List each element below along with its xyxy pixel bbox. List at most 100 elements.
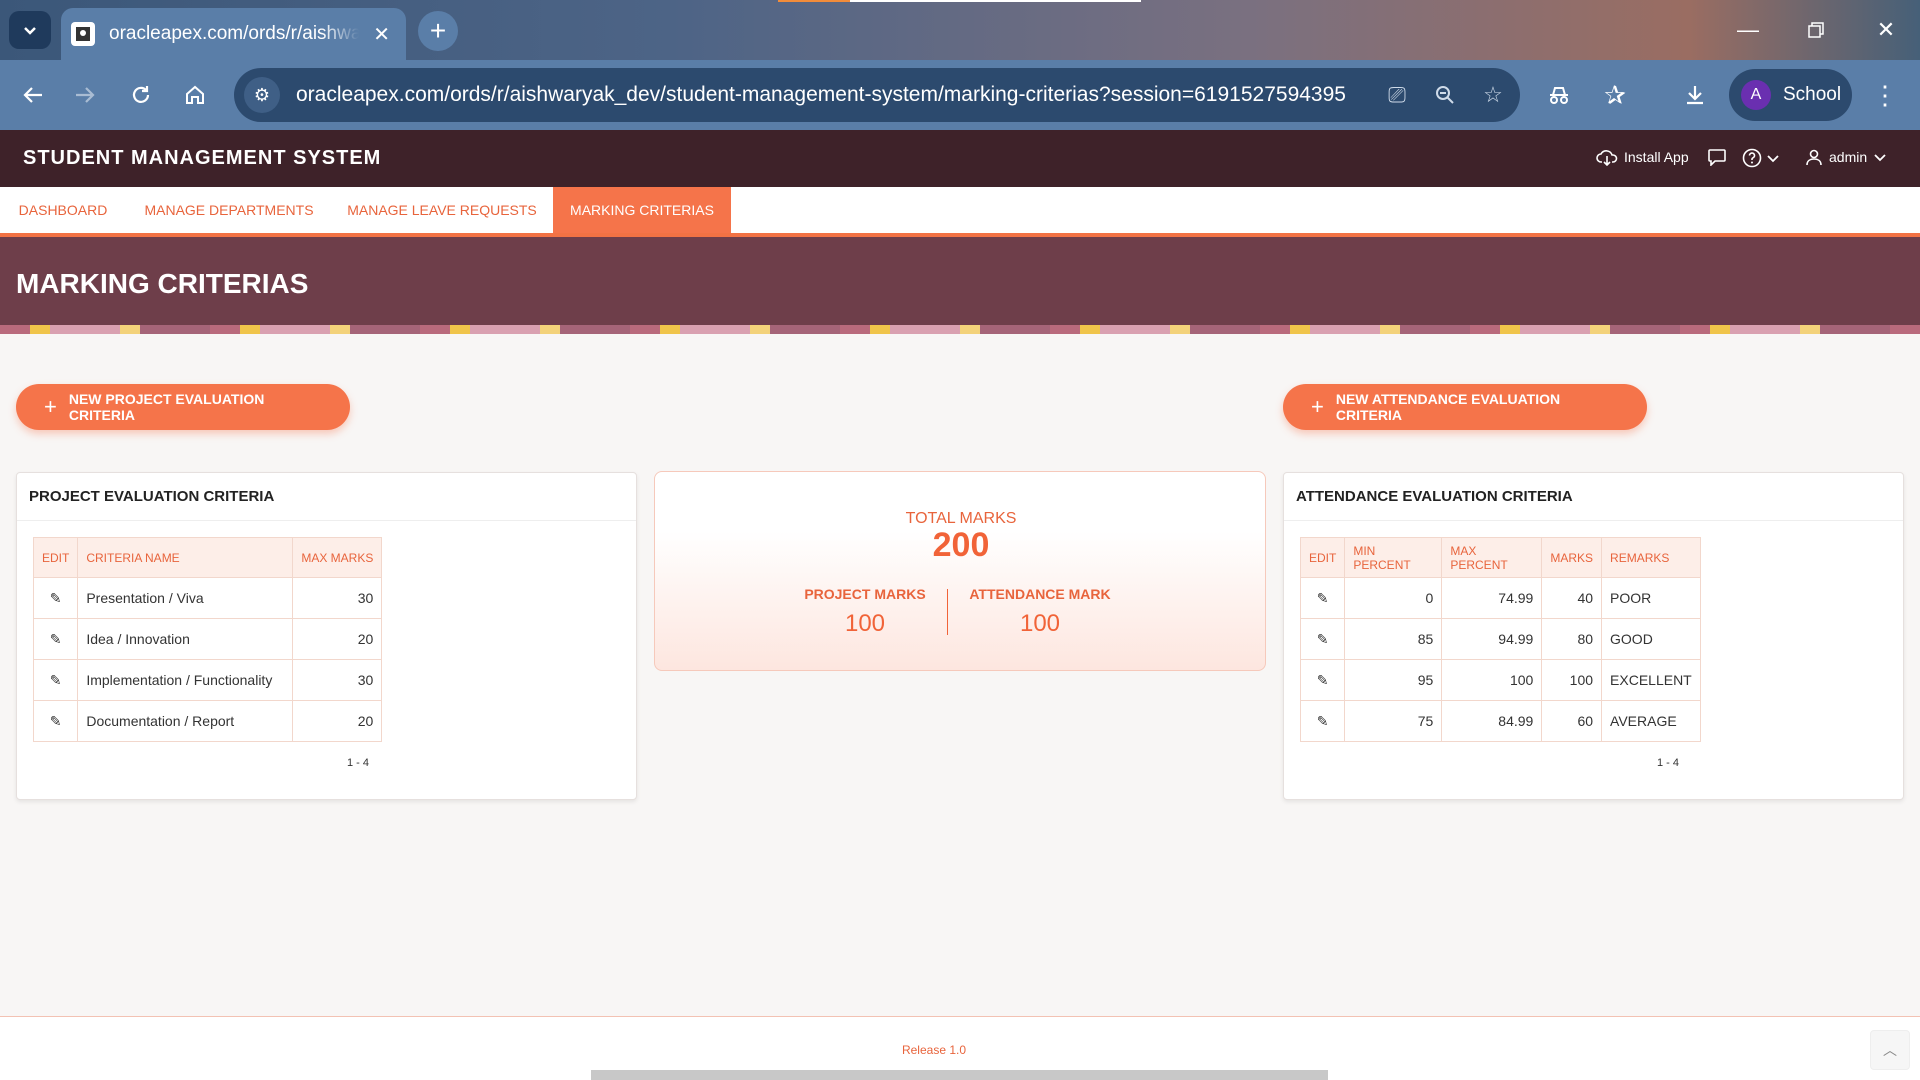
min-percent-cell: 85 (1344, 618, 1443, 660)
min-percent-cell: 0 (1344, 577, 1443, 619)
nav-item-dashboard[interactable]: DASHBOARD (0, 187, 126, 233)
table-row: ✎ 95 100 100 EXCELLENT (1299, 659, 1701, 701)
edit-row-button[interactable]: ✎ (1299, 577, 1346, 619)
address-url[interactable]: oracleapex.com/ords/r/aishwaryak_dev/stu… (296, 83, 1346, 107)
edit-row-button[interactable]: ✎ (32, 700, 79, 742)
app-header: STUDENT MANAGEMENT SYSTEM Install App ad… (0, 130, 1920, 187)
downloads-button[interactable] (1674, 74, 1716, 116)
page-title: MARKING CRITERIAS (16, 268, 309, 299)
nav-item-manage-leave-requests[interactable]: MANAGE LEAVE REQUESTS (332, 187, 552, 233)
chevron-down-icon (1874, 154, 1886, 162)
project-criteria-table: EDIT CRITERIA NAME MAX MARKS ✎ Presentat… (32, 537, 383, 742)
bookmark-star-icon[interactable]: ☆ (1474, 76, 1512, 114)
more-vert-icon: ⋮ (1872, 79, 1898, 110)
column-header-max-marks[interactable]: MAX MARKS (292, 537, 383, 578)
new-project-criteria-label: NEW PROJECT EVALUATION CRITERIA (68, 391, 265, 423)
page-hero: MARKING CRITERIAS (0, 237, 1920, 334)
pagination-info: 1 - 4 (347, 757, 370, 769)
address-bar[interactable]: ⚙ oracleapex.com/ords/r/aishwaryak_dev/s… (234, 68, 1520, 122)
column-header-criteria-name[interactable]: CRITERIA NAME (77, 537, 294, 578)
restore-window-button[interactable] (1782, 0, 1850, 60)
back-button[interactable] (12, 74, 54, 116)
edit-icon: ✎ (49, 589, 62, 606)
site-favicon-icon (71, 22, 95, 46)
column-header-edit[interactable]: EDIT (1299, 537, 1346, 578)
help-menu-button[interactable] (1742, 148, 1780, 168)
max-percent-cell: 74.99 (1441, 577, 1543, 619)
horizontal-scrollbar[interactable] (591, 1070, 1328, 1080)
marks-divider (947, 589, 948, 635)
browser-tab-active[interactable]: oracleapex.com/ords/r/aishwaryak_dev ✕ (61, 8, 406, 60)
favorites-button[interactable]: ✰ (1594, 74, 1636, 116)
edit-row-button[interactable]: ✎ (1299, 700, 1346, 742)
close-window-button[interactable]: ✕ (1852, 0, 1920, 60)
max-percent-cell: 84.99 (1441, 700, 1543, 742)
help-circle-icon (1742, 148, 1762, 168)
forward-button[interactable] (64, 74, 106, 116)
chevron-down-icon (24, 27, 36, 35)
reload-icon (132, 86, 150, 103)
tab-search-button[interactable] (9, 11, 51, 49)
user-menu-button[interactable]: admin (1805, 148, 1887, 166)
new-project-criteria-button[interactable]: + NEW PROJECT EVALUATION CRITERIA (16, 384, 350, 430)
edit-icon: ✎ (1316, 671, 1329, 688)
user-icon (1806, 149, 1822, 166)
hero-decorative-pattern (0, 325, 1920, 334)
new-tab-button[interactable]: + (418, 11, 458, 51)
minimize-window-button[interactable]: — (1714, 0, 1782, 60)
restore-icon (1808, 22, 1824, 38)
column-header-remarks[interactable]: REMARKS (1601, 537, 1701, 578)
marks-cell: 100 (1541, 659, 1603, 701)
nav-item-marking-criterias[interactable]: MARKING CRITERIAS (553, 187, 731, 233)
total-marks-value: 200 (932, 526, 990, 564)
max-percent-cell: 100 (1441, 659, 1543, 701)
table-header-row: EDIT MIN PERCENT MAX PERCENT MARKS REMAR… (1299, 537, 1701, 578)
edit-icon: ✎ (1316, 630, 1329, 647)
install-page-icon[interactable]: ⎚ (1378, 76, 1416, 114)
remarks-cell: AVERAGE (1601, 700, 1701, 742)
max-percent-cell: 94.99 (1441, 618, 1543, 660)
edit-row-button[interactable]: ✎ (1299, 659, 1346, 701)
max-marks-cell: 30 (292, 577, 383, 619)
attendance-criteria-table: EDIT MIN PERCENT MAX PERCENT MARKS REMAR… (1299, 537, 1701, 742)
column-header-max-percent[interactable]: MAX PERCENT (1441, 537, 1543, 578)
column-header-min-percent[interactable]: MIN PERCENT (1344, 537, 1443, 578)
edit-row-button[interactable]: ✎ (1299, 618, 1346, 660)
feedback-button[interactable] (1707, 148, 1727, 166)
table-row: ✎ Idea / Innovation 20 (32, 618, 383, 660)
arrow-right-icon (76, 87, 95, 103)
edit-row-button[interactable]: ✎ (32, 618, 79, 660)
nav-item-manage-departments[interactable]: MANAGE DEPARTMENTS (126, 187, 332, 233)
edit-row-button[interactable]: ✎ (32, 659, 79, 701)
tab-close-icon[interactable]: ✕ (373, 22, 390, 47)
edit-icon: ✎ (49, 712, 62, 729)
avatar: A (1741, 80, 1771, 110)
install-app-button[interactable]: Install App (1596, 148, 1689, 166)
marks-cell: 80 (1541, 618, 1603, 660)
new-attendance-criteria-button[interactable]: + NEW ATTENDANCE EVALUATION CRITERIA (1283, 384, 1647, 430)
attendance-criteria-title: ATTENDANCE EVALUATION CRITERIA (1284, 473, 1903, 521)
max-marks-cell: 20 (292, 618, 383, 660)
site-info-icon[interactable]: ⚙ (244, 77, 280, 113)
browser-toolbar: ⚙ oracleapex.com/ords/r/aishwaryak_dev/s… (0, 60, 1920, 130)
remarks-cell: EXCELLENT (1601, 659, 1701, 701)
total-marks-panel: TOTAL MARKS 200 PROJECT MARKS 100 ATTEND… (654, 471, 1266, 671)
scroll-to-top-button[interactable]: ︿ (1870, 1030, 1910, 1070)
plus-icon: + (1311, 394, 1324, 419)
table-header-row: EDIT CRITERIA NAME MAX MARKS (32, 537, 383, 578)
incognito-extension-button[interactable] (1538, 74, 1580, 116)
home-button[interactable] (174, 74, 216, 116)
arrow-left-icon (23, 87, 42, 103)
table-row: ✎ 85 94.99 80 GOOD (1299, 618, 1701, 660)
reload-button[interactable] (120, 74, 162, 116)
column-header-marks[interactable]: MARKS (1541, 537, 1603, 578)
profile-button[interactable]: A School (1729, 69, 1852, 121)
column-header-edit[interactable]: EDIT (32, 537, 79, 578)
zoom-icon[interactable] (1426, 76, 1464, 114)
app-title[interactable]: STUDENT MANAGEMENT SYSTEM (23, 147, 381, 170)
install-app-label: Install App (1624, 149, 1689, 165)
marks-cell: 60 (1541, 700, 1603, 742)
browser-menu-button[interactable]: ⋮ (1864, 74, 1906, 116)
edit-row-button[interactable]: ✎ (32, 577, 79, 619)
project-criteria-card: PROJECT EVALUATION CRITERIA EDIT CRITERI… (16, 472, 637, 800)
